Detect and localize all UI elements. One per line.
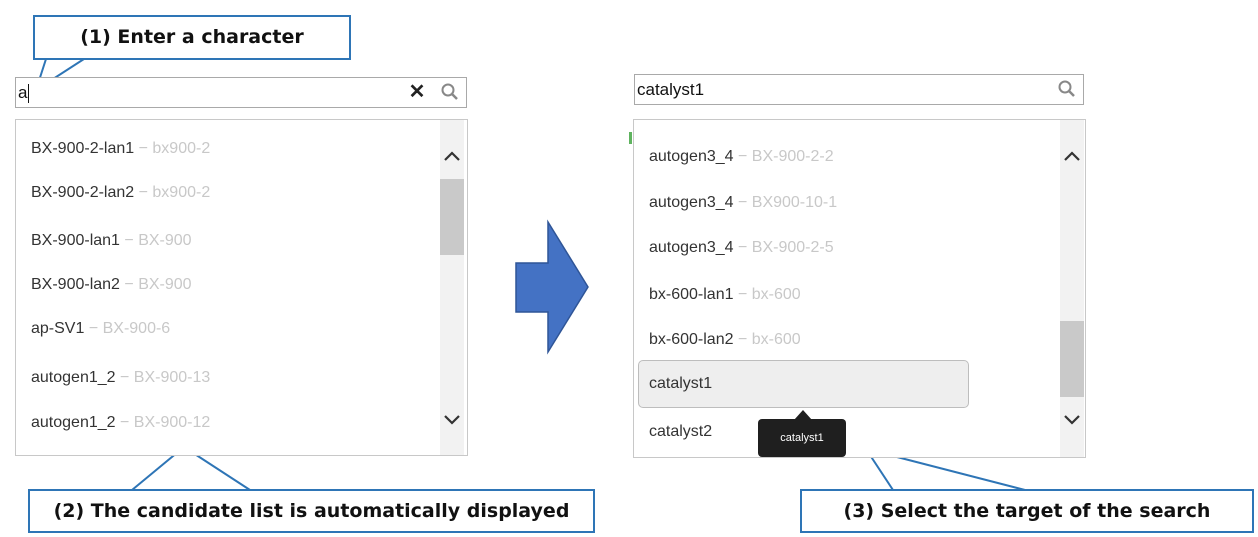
list-item[interactable]: bx-600-lan1bx-600	[649, 280, 801, 310]
list-item[interactable]: BX-900-lan1BX-900	[31, 226, 192, 256]
candidate-list-right[interactable]: ‾ ‾ ‾ ‾ ‾ autogen3_4BX-900-2-2 autogen3_…	[633, 119, 1086, 458]
candidate-list-left[interactable]: BX-900-2-lan1bx900-2 BX-900-2-lan2bx900-…	[15, 119, 468, 456]
list-item[interactable]: autogen1_2BX-900-12	[31, 408, 210, 438]
magnifier-icon[interactable]	[440, 82, 460, 102]
scrollbar-track[interactable]	[440, 120, 464, 455]
right-arrow-icon	[515, 219, 589, 355]
list-item[interactable]: bx-600-lan2bx-600	[649, 325, 801, 355]
list-item[interactable]: BX-900-lan2BX-900	[31, 270, 192, 300]
chevron-down-icon[interactable]	[440, 410, 464, 430]
chevron-down-icon[interactable]	[1060, 410, 1084, 430]
close-icon[interactable]: ✕	[406, 81, 428, 103]
chevron-up-icon[interactable]	[440, 146, 464, 166]
chevron-up-icon[interactable]	[1060, 146, 1084, 166]
magnifier-icon[interactable]	[1057, 79, 1077, 99]
list-item[interactable]: ap-SV1BX-900-6	[31, 314, 170, 344]
search-input-value: catalyst1	[637, 80, 705, 99]
search-input-value: a	[18, 83, 28, 102]
list-item[interactable]: BX-900-2-lan1bx900-2	[31, 134, 210, 164]
list-item[interactable]: autogen3_4BX-900-2-5	[649, 233, 834, 263]
text-caret	[28, 84, 30, 104]
list-item[interactable]: autogen3_4BX900-10-1	[649, 188, 837, 218]
search-input-left[interactable]: a ✕	[15, 77, 467, 108]
status-mark	[629, 132, 632, 144]
step-3-callout: (3) Select the target of the search	[800, 489, 1254, 533]
tooltip: catalyst1	[758, 419, 846, 457]
selected-list-item[interactable]: catalyst1	[638, 360, 969, 408]
list-item[interactable]: autogen3_4BX-900-2-2	[649, 142, 834, 172]
scrollbar-thumb[interactable]	[440, 179, 464, 255]
step-1-callout: (1) Enter a character	[33, 15, 351, 60]
scrollbar-track[interactable]	[1060, 120, 1084, 457]
scrollbar-thumb[interactable]	[1060, 321, 1084, 397]
step-2-callout: (2) The candidate list is automatically …	[28, 489, 595, 533]
list-item[interactable]: BX-900-2-lan2bx900-2	[31, 178, 210, 208]
search-input-right[interactable]: catalyst1	[634, 74, 1084, 105]
list-item[interactable]: catalyst2	[649, 417, 712, 447]
list-item[interactable]: autogen1_2BX-900-13	[31, 363, 210, 393]
clipped-list-item: ‾ ‾ ‾ ‾ ‾	[646, 120, 946, 126]
